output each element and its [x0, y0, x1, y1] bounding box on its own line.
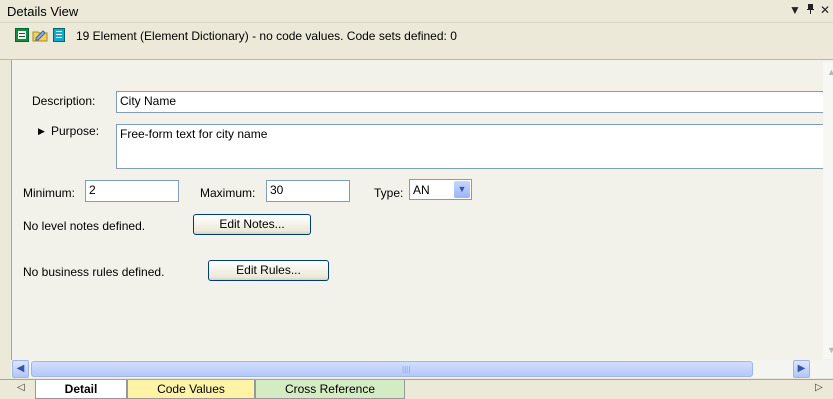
scroll-right-icon[interactable]: ▶	[793, 360, 810, 378]
minimum-field[interactable]: 2	[85, 180, 179, 202]
info-bar: 19 Element (Element Dictionary) - no cod…	[0, 23, 833, 60]
tab-cross-reference[interactable]: Cross Reference	[255, 380, 405, 399]
purpose-field[interactable]: Free-form text for city name	[116, 124, 826, 169]
folder-pencil-icon	[32, 28, 48, 42]
panel-titlebar: Details View ▼ ✕	[0, 0, 833, 23]
grip-icon: ||||	[402, 365, 411, 374]
detail-panel: Description: City Name ▶ Purpose: Free-f…	[11, 60, 833, 360]
notes-status: No level notes defined.	[23, 219, 146, 233]
scroll-thumb[interactable]: ||||	[31, 361, 753, 377]
element-summary: 19 Element (Element Dictionary) - no cod…	[76, 29, 457, 43]
pin-icon[interactable]	[806, 3, 815, 17]
rules-status: No business rules defined.	[23, 265, 165, 279]
maximum-label: Maximum:	[200, 186, 256, 200]
panel-title: Details View	[7, 4, 79, 19]
type-label: Type:	[374, 186, 404, 200]
element-icon	[15, 28, 29, 42]
type-select[interactable]: AN ▼	[409, 179, 472, 200]
scroll-up-icon[interactable]: ▲	[823, 64, 833, 81]
horizontal-scrollbar[interactable]: ◀ |||| ▶	[11, 360, 833, 378]
expand-arrow-icon[interactable]: ▶	[38, 126, 45, 137]
dropdown-icon[interactable]: ▼	[789, 3, 801, 17]
maximum-field[interactable]: 30	[266, 180, 350, 202]
edit-notes-button[interactable]: Edit Notes...	[193, 214, 311, 235]
minimum-label: Minimum:	[23, 186, 76, 200]
tab-next-icon[interactable]: ▷	[815, 382, 823, 393]
tab-detail[interactable]: Detail	[35, 380, 127, 399]
description-label: Description:	[32, 94, 96, 108]
tab-prev-icon[interactable]: ◁	[17, 382, 25, 393]
chevron-down-icon[interactable]: ▼	[454, 181, 470, 198]
description-field[interactable]: City Name	[116, 91, 826, 113]
scroll-down-icon[interactable]: ▼	[823, 342, 833, 359]
scroll-left-icon[interactable]: ◀	[12, 360, 29, 378]
tab-bar: ◁ Detail Code Values Cross Reference ▷	[0, 379, 833, 399]
document-icon	[52, 28, 66, 42]
tab-code-values[interactable]: Code Values	[127, 380, 255, 399]
vertical-scrollbar[interactable]: ▲ ▼	[823, 62, 833, 359]
purpose-label: Purpose:	[51, 124, 100, 138]
close-icon[interactable]: ✕	[820, 3, 830, 17]
edit-rules-button[interactable]: Edit Rules...	[208, 260, 329, 281]
type-value: AN	[413, 183, 430, 197]
